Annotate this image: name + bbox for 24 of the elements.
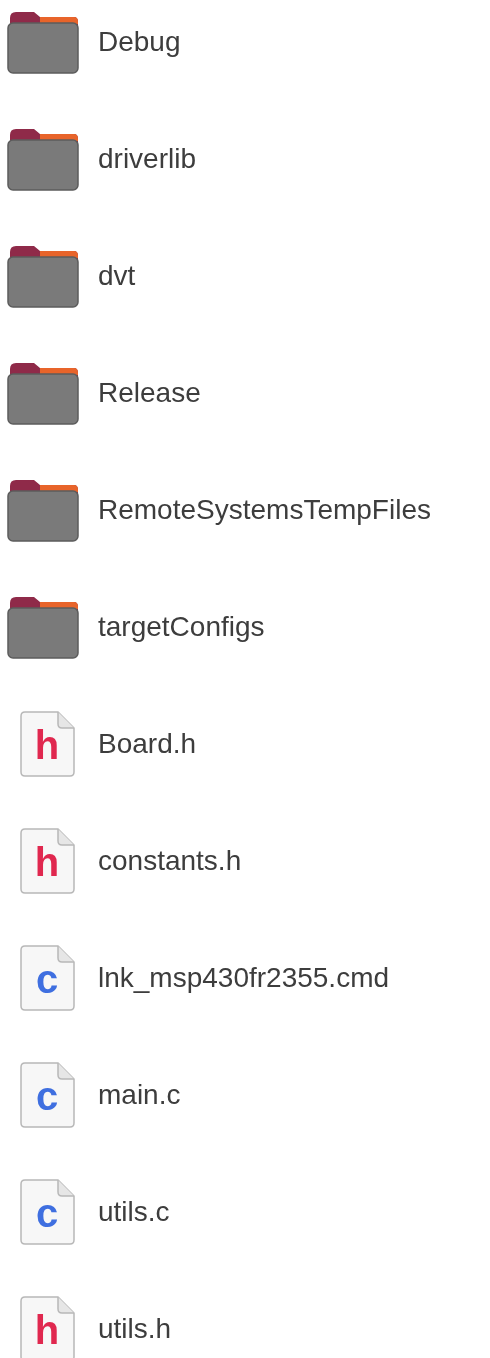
folder-icon — [6, 244, 80, 308]
file-name[interactable]: Board.h — [98, 728, 197, 760]
folder-name[interactable]: driverlib — [98, 143, 197, 175]
header-file-icon: h — [18, 827, 76, 895]
folder-name[interactable]: targetConfigs — [98, 611, 265, 643]
file-name[interactable]: main.c — [98, 1079, 181, 1111]
folder-name[interactable]: Debug — [98, 26, 181, 58]
folder-name[interactable]: dvt — [98, 260, 136, 292]
file-name[interactable]: lnk_msp430fr2355.cmd — [98, 962, 390, 994]
folder-icon — [6, 595, 80, 659]
folder-icon — [6, 127, 80, 191]
folder-icon — [6, 10, 80, 74]
folder-icon — [6, 478, 80, 542]
header-file-icon: h — [18, 710, 76, 778]
source-file-icon: c — [18, 1061, 76, 1129]
file-name[interactable]: constants.h — [98, 845, 242, 877]
folder-icon — [6, 361, 80, 425]
file-name[interactable]: utils.c — [98, 1196, 170, 1228]
source-file-icon: c — [18, 944, 76, 1012]
folder-name[interactable]: Release — [98, 377, 201, 409]
source-file-icon: c — [18, 1178, 76, 1246]
file-name[interactable]: utils.h — [98, 1313, 172, 1345]
folder-name[interactable]: RemoteSystemsTempFiles — [98, 494, 431, 526]
header-file-icon: h — [18, 1295, 76, 1358]
